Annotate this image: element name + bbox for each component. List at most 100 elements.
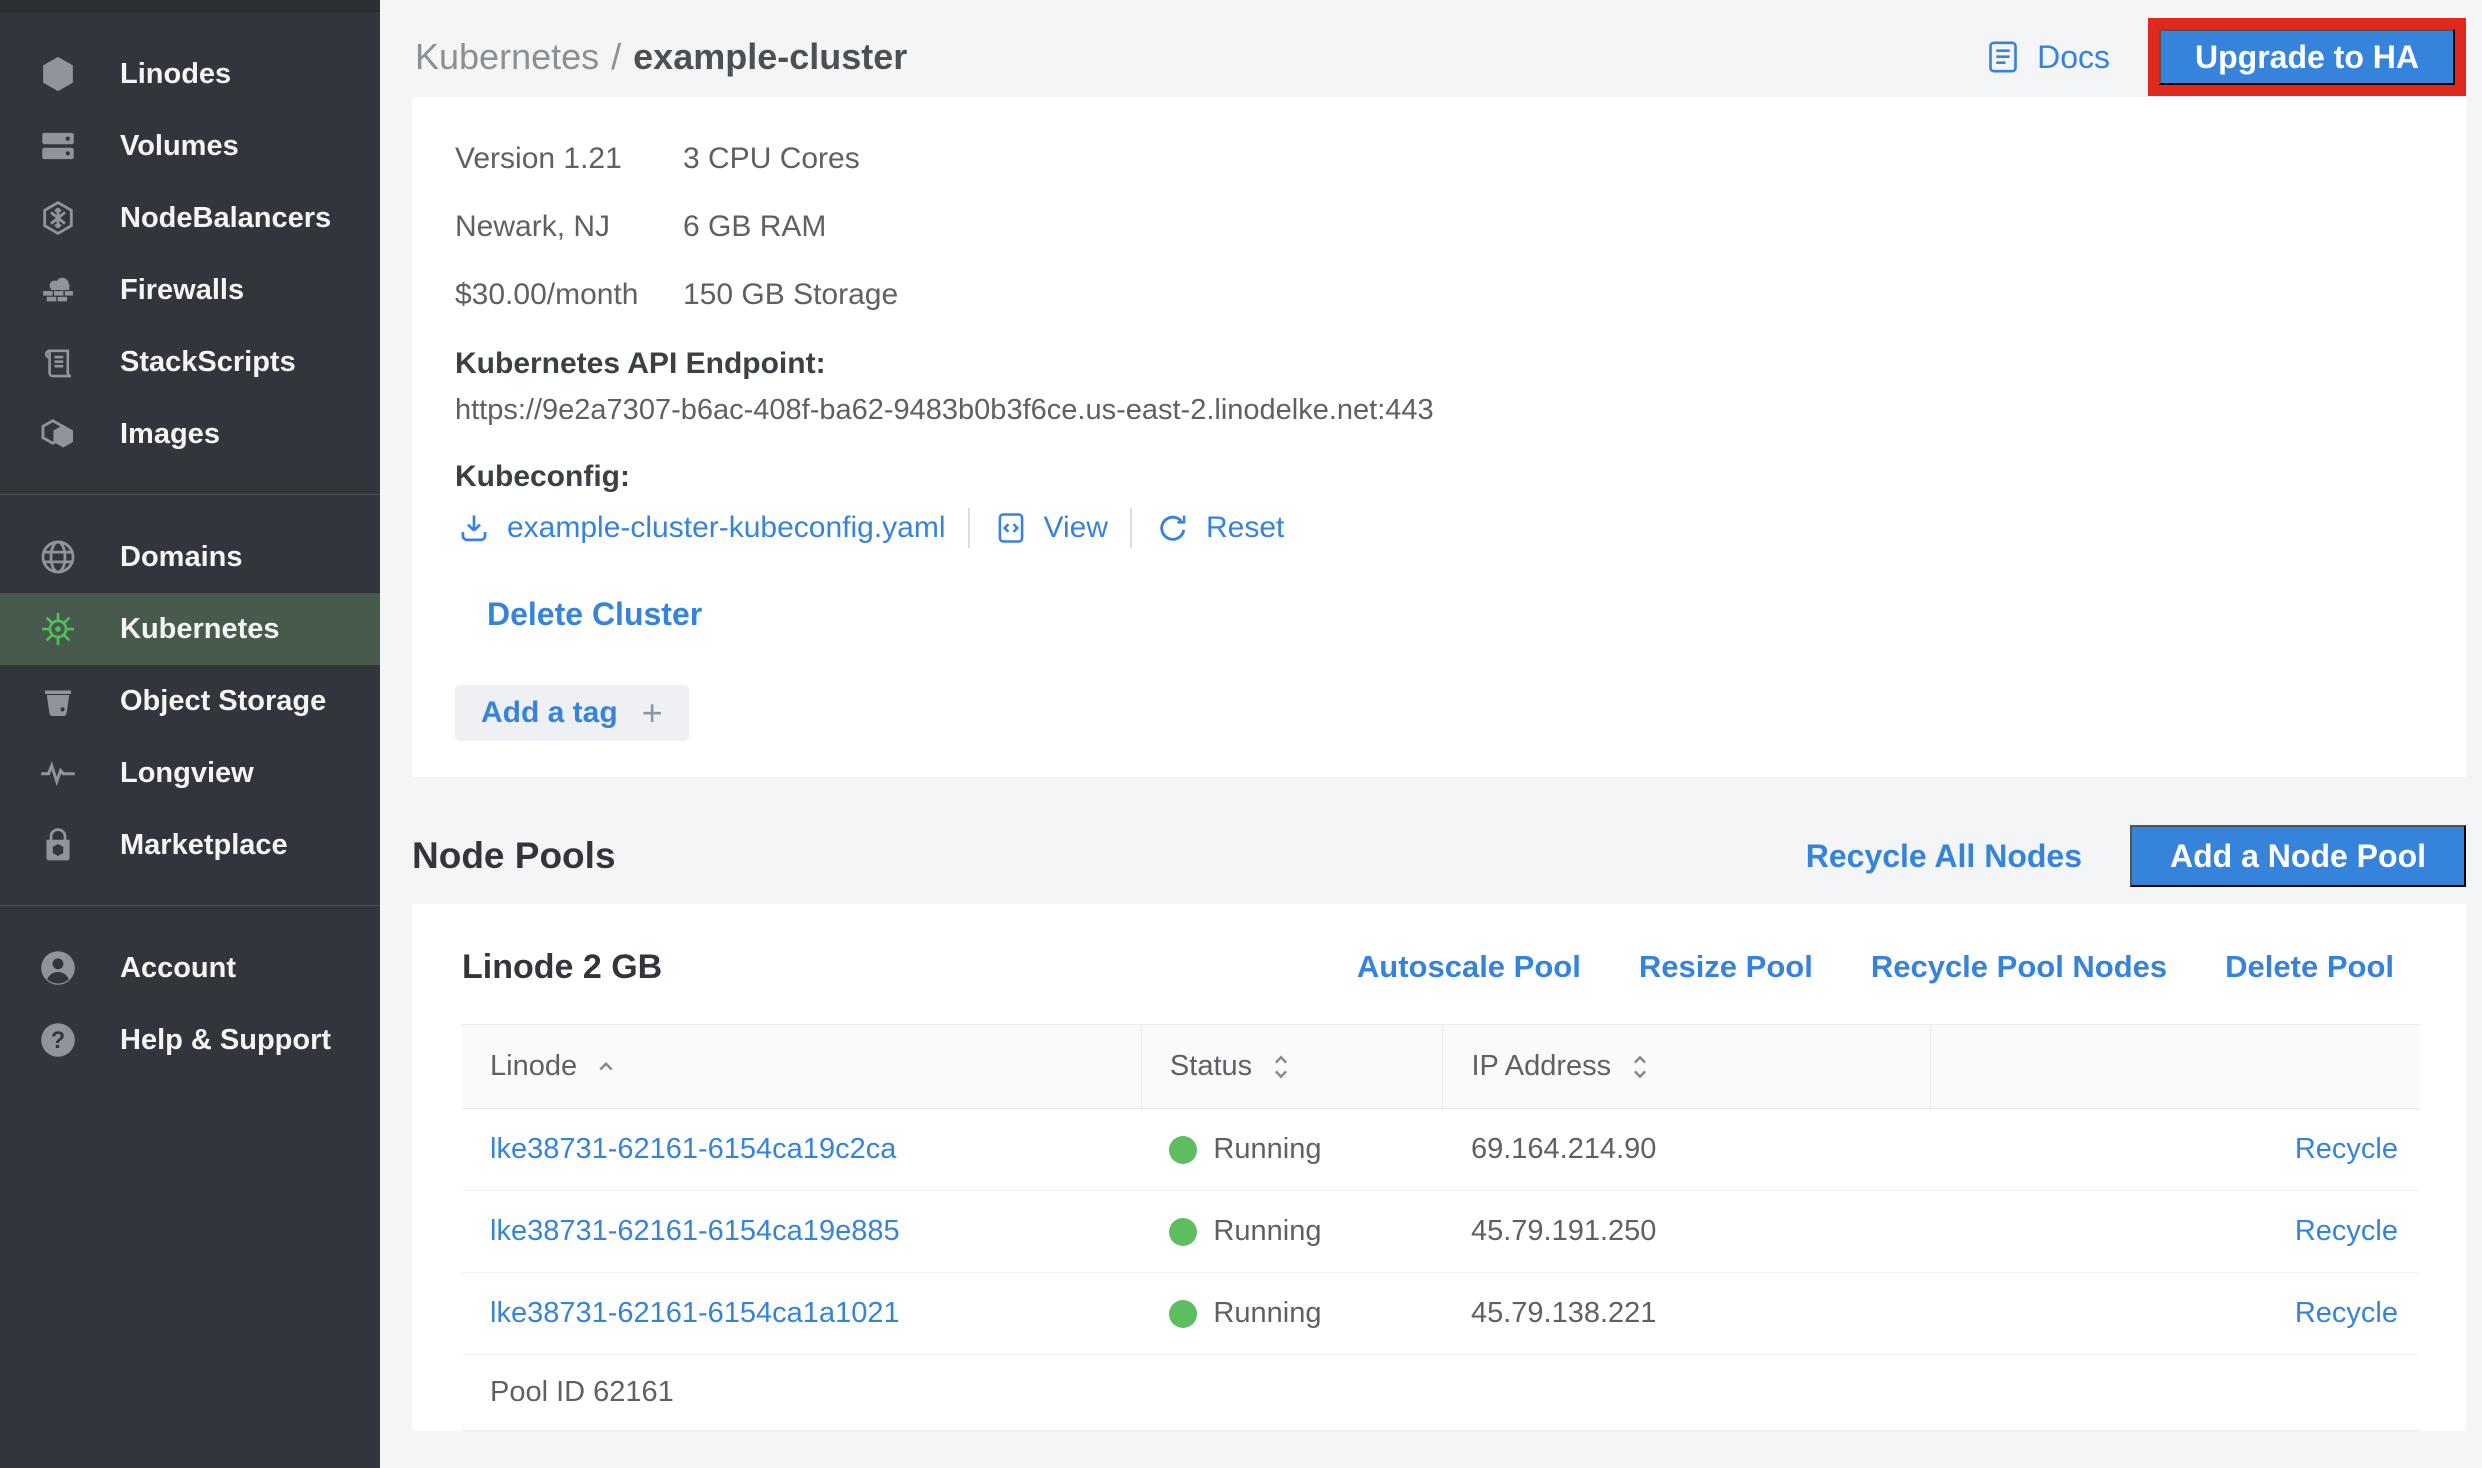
sidebar-item-domains[interactable]: Domains [0, 521, 380, 593]
spec-ram: 6 GB RAM [683, 209, 898, 245]
status-label: Running [1213, 1297, 1321, 1330]
sidebar-item-label: NodeBalancers [120, 202, 331, 235]
spec-region: Newark, NJ [455, 209, 683, 245]
column-header-status[interactable]: Status [1141, 1025, 1443, 1109]
status-running-dot [1169, 1218, 1197, 1246]
pool-header: Linode 2 GB Autoscale Pool Resize Pool R… [462, 942, 2420, 992]
sidebar-item-firewalls[interactable]: Firewalls [0, 254, 380, 326]
autoscale-pool-link[interactable]: Autoscale Pool [1357, 949, 1581, 985]
recycle-all-nodes-link[interactable]: Recycle All Nodes [1806, 838, 2082, 875]
kubeconfig-reset-link[interactable]: Reset [1154, 509, 1284, 547]
kubeconfig-actions: example-cluster-kubeconfig.yaml View Res… [455, 503, 2426, 553]
plus-icon: + [642, 695, 663, 731]
status-running-dot [1169, 1300, 1197, 1328]
sidebar-item-stackscripts[interactable]: StackScripts [0, 326, 380, 398]
breadcrumb: Kubernetes/example-cluster [415, 36, 907, 78]
sidebar-item-label: StackScripts [120, 346, 296, 379]
add-tag-button[interactable]: Add a tag + [455, 685, 689, 741]
api-endpoint-url: https://9e2a7307-b6ac-408f-ba62-9483b0b3… [455, 392, 2426, 428]
resize-pool-link[interactable]: Resize Pool [1639, 949, 1813, 985]
status-running-dot [1169, 1136, 1197, 1164]
sidebar-item-nodebalancers[interactable]: NodeBalancers [0, 182, 380, 254]
recycle-node-link[interactable]: Recycle [2295, 1297, 2398, 1329]
kubeconfig-label: Kubeconfig: [455, 459, 2426, 495]
cluster-summary-card: Version 1.21 3 CPU Cores Newark, NJ 6 GB… [412, 97, 2466, 777]
help-icon: ? [34, 1019, 82, 1061]
kubeconfig-view-link[interactable]: View [992, 509, 1108, 547]
sidebar-item-label: Marketplace [120, 829, 288, 862]
spec-cpu: 3 CPU Cores [683, 141, 898, 177]
sidebar-item-volumes[interactable]: Volumes [0, 110, 380, 182]
pool-nodes-table: Linode Status IP Address [462, 1024, 2420, 1431]
column-header-linode[interactable]: Linode [462, 1025, 1141, 1109]
sidebar-item-longview[interactable]: Longview [0, 737, 380, 809]
delete-pool-link[interactable]: Delete Pool [2225, 949, 2394, 985]
linodes-icon [34, 53, 82, 95]
sidebar-group-account: Account ? Help & Support [0, 906, 380, 1100]
column-label: Linode [490, 1050, 577, 1083]
node-pools-header: Node Pools Recycle All Nodes Add a Node … [412, 825, 2466, 887]
reset-icon [1154, 509, 1192, 547]
view-code-icon [992, 509, 1030, 547]
nodebalancers-icon [34, 197, 82, 239]
sidebar-item-label: Account [120, 952, 236, 985]
column-label: IP Address [1471, 1050, 1611, 1083]
linode-node-link[interactable]: lke38731-62161-6154ca19e885 [490, 1215, 900, 1247]
recycle-pool-nodes-link[interactable]: Recycle Pool Nodes [1871, 949, 2167, 985]
main-content: Kubernetes/example-cluster Docs Upgrade … [380, 0, 2482, 1468]
sidebar-item-linodes[interactable]: Linodes [0, 38, 380, 110]
column-header-actions [1930, 1025, 2420, 1109]
recycle-node-link[interactable]: Recycle [2295, 1133, 2398, 1165]
volumes-icon [34, 125, 82, 167]
upgrade-to-ha-button[interactable]: Upgrade to HA [2159, 29, 2455, 85]
linode-node-link[interactable]: lke38731-62161-6154ca1a1021 [490, 1297, 900, 1329]
linode-node-link[interactable]: lke38731-62161-6154ca19c2ca [490, 1133, 896, 1165]
docs-icon [1983, 37, 2023, 77]
status-label: Running [1213, 1133, 1321, 1166]
sidebar-item-label: Domains [120, 541, 242, 574]
docs-link[interactable]: Docs [1983, 37, 2110, 77]
table-footer-row: Pool ID 62161 [462, 1355, 2420, 1431]
node-pools-title: Node Pools [412, 835, 616, 877]
docs-label: Docs [2037, 39, 2110, 76]
sidebar-item-kubernetes[interactable]: Kubernetes [0, 593, 380, 665]
stackscripts-icon [34, 341, 82, 383]
status-cell: Running [1169, 1297, 1443, 1330]
sort-asc-icon [591, 1050, 621, 1084]
divider [1130, 508, 1132, 548]
sort-both-icon [1625, 1050, 1655, 1084]
bucket-icon [34, 680, 82, 722]
status-cell: Running [1169, 1133, 1443, 1166]
breadcrumb-section[interactable]: Kubernetes [415, 36, 599, 77]
divider [968, 508, 970, 548]
sidebar-item-marketplace[interactable]: Marketplace [0, 809, 380, 881]
sidebar: Linodes Volumes NodeBalancers [0, 0, 380, 1468]
table-row: lke38731-62161-6154ca19e885 Running 45.7… [462, 1191, 2420, 1273]
node-ip-address: 69.164.214.90 [1471, 1133, 1656, 1165]
kubeconfig-download-link[interactable]: example-cluster-kubeconfig.yaml [455, 509, 946, 547]
reset-label: Reset [1206, 511, 1284, 545]
status-label: Running [1213, 1215, 1321, 1248]
recycle-node-link[interactable]: Recycle [2295, 1215, 2398, 1247]
spec-version: Version 1.21 [455, 141, 683, 177]
column-header-ip-address[interactable]: IP Address [1443, 1025, 1931, 1109]
sidebar-item-account[interactable]: Account [0, 932, 380, 1004]
pool-name: Linode 2 GB [462, 948, 662, 987]
tags-row: Add a tag + [455, 685, 2426, 741]
sidebar-item-help-support[interactable]: ? Help & Support [0, 1004, 380, 1076]
sidebar-item-label: Longview [120, 757, 254, 790]
view-label: View [1044, 511, 1108, 545]
table-row: lke38731-62161-6154ca1a1021 Running 45.7… [462, 1273, 2420, 1355]
breadcrumb-current: example-cluster [633, 36, 907, 77]
kubeconfig-filename: example-cluster-kubeconfig.yaml [507, 511, 946, 545]
upgrade-highlight-box: Upgrade to HA [2148, 18, 2466, 96]
add-node-pool-button[interactable]: Add a Node Pool [2130, 825, 2466, 887]
domains-icon [34, 536, 82, 578]
sidebar-item-images[interactable]: Images [0, 398, 380, 470]
sidebar-item-object-storage[interactable]: Object Storage [0, 665, 380, 737]
node-pool-card: Linode 2 GB Autoscale Pool Resize Pool R… [412, 904, 2466, 1431]
kubernetes-wheel-icon [34, 608, 82, 650]
pulse-icon [34, 752, 82, 794]
sidebar-top-strip [0, 0, 380, 12]
delete-cluster-button[interactable]: Delete Cluster [487, 595, 702, 633]
